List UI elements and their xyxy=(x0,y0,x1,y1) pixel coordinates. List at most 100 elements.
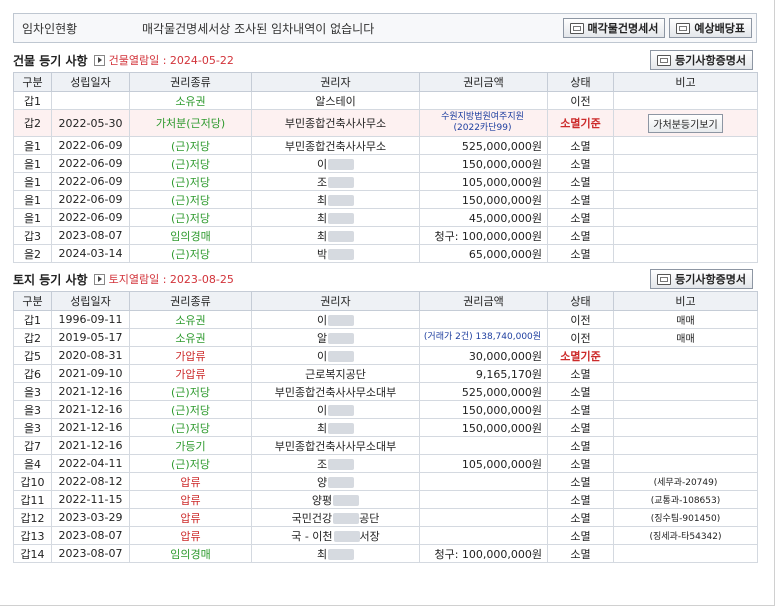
cell-amount: 45,000,000원 xyxy=(419,208,548,227)
cell-status: 소멸 xyxy=(547,454,614,473)
holder-name: 근로복지공단 xyxy=(305,367,366,381)
cell-status: 소멸 xyxy=(547,172,614,191)
cell-date: 2021-12-16 xyxy=(51,436,130,455)
cell-type: 을4 xyxy=(13,454,52,473)
column-header: 권리종류 xyxy=(129,291,252,311)
cell-status: 이전 xyxy=(547,328,614,347)
cell-status: 소멸기준 xyxy=(547,346,614,365)
cell-right-kind: 가등기 xyxy=(129,436,252,455)
note-text: 매매 xyxy=(676,334,695,345)
cell-note: (징수팀-901450) xyxy=(613,508,758,527)
cell-date: 2021-12-16 xyxy=(51,400,130,419)
cell-date xyxy=(51,91,130,110)
cell-right-kind: (근)저당 xyxy=(129,454,252,473)
holder-name: 부민종합건축사사무소대부 xyxy=(274,439,397,453)
holder-name: 국민건강 xyxy=(291,511,333,525)
land-cert-button[interactable]: 등기사항증명서 xyxy=(650,269,753,289)
cell-date: 2021-12-16 xyxy=(51,382,130,401)
cell-holder: 이 xyxy=(251,310,420,329)
cell-note xyxy=(613,91,758,110)
holder-name: 부민종합건축사사무소 xyxy=(284,139,387,153)
building-registry-table: 구분 성립일자 권리종류 권리자 권리금액 상태 비고 갑1 소유권 알스테이 이전 갑2 2022-… xyxy=(13,72,758,263)
cell-amount: 150,000,000원 xyxy=(419,154,548,173)
cell-amount xyxy=(419,508,548,527)
cell-right-kind: 압류 xyxy=(129,472,252,491)
cell-right-kind: (근)저당 xyxy=(129,244,252,263)
cell-amount: 수원지방법원여주지원 (2022카단99) xyxy=(419,109,548,137)
holder-name: 최 xyxy=(316,229,328,243)
distribution-button[interactable]: 예상배당표 xyxy=(669,18,752,38)
cell-status: 소멸 xyxy=(547,418,614,437)
table-row: 갑6 2021-09-10 가압류 근로복지공단 9,165,170원 소멸 xyxy=(13,364,758,383)
cell-date: 2023-08-07 xyxy=(51,526,130,545)
cell-date: 2019-05-17 xyxy=(51,328,130,347)
cell-date: 2021-12-16 xyxy=(51,418,130,437)
cell-right-kind: (근)저당 xyxy=(129,382,252,401)
cell-type: 갑5 xyxy=(13,346,52,365)
cell-amount: (거래가 2건) 138,740,000원 xyxy=(419,328,548,347)
holder-name: 이 xyxy=(316,157,328,171)
document-icon xyxy=(657,54,672,66)
building-cert-button[interactable]: 등기사항증명서 xyxy=(650,50,753,70)
table-row: 갑10 2022-08-12 압류 양 소멸 (세무과-20749) xyxy=(13,472,758,491)
cell-note xyxy=(613,436,758,455)
sale-spec-button[interactable]: 매각물건명세서 xyxy=(562,18,666,38)
cell-holder: 알스테이 xyxy=(251,91,420,110)
note-text: (교통과-108653) xyxy=(650,496,721,506)
cell-holder: 최 xyxy=(251,226,420,245)
cell-type: 을1 xyxy=(13,136,52,155)
cell-right-kind: 압류 xyxy=(129,508,252,527)
note-text: (징세과-타54342) xyxy=(649,532,722,542)
cell-right-kind: 압류 xyxy=(129,490,252,509)
land-cert-label: 등기사항증명서 xyxy=(675,273,746,286)
cell-amount: 30,000,000원 xyxy=(419,346,548,365)
redaction-mask xyxy=(328,423,355,434)
cell-note xyxy=(613,172,758,191)
cell-holder: 부민종합건축사사무소대부 xyxy=(251,382,420,401)
cell-right-kind: 가압류 xyxy=(129,346,252,365)
cell-holder: 부민종합건축사사무소 xyxy=(251,136,420,155)
cell-holder: 국민건강 공단 xyxy=(251,508,420,527)
amount-line: 150,000,000원 xyxy=(461,421,542,435)
redaction-mask xyxy=(328,549,355,560)
cell-date: 2023-03-29 xyxy=(51,508,130,527)
cell-date: 2024-03-14 xyxy=(51,244,130,263)
holder-name: 양평 xyxy=(311,493,333,507)
redaction-mask xyxy=(328,249,355,260)
table-row: 을3 2021-12-16 (근)저당 이 150,000,000원 소멸 xyxy=(13,400,758,419)
cell-holder: 국 - 이천 서장 xyxy=(251,526,420,545)
cell-amount xyxy=(419,490,548,509)
cell-status: 소멸 xyxy=(547,154,614,173)
table-row: 을3 2021-12-16 (근)저당 최 150,000,000원 소멸 xyxy=(13,418,758,437)
injunction-view-button[interactable]: 가처분등기보기 xyxy=(648,113,723,133)
cell-date: 2022-06-09 xyxy=(51,172,130,191)
amount-line: 150,000,000원 xyxy=(461,193,542,207)
holder-name-tail: 서장 xyxy=(359,529,380,543)
cell-status: 소멸 xyxy=(547,244,614,263)
cell-date: 2023-08-07 xyxy=(51,544,130,563)
cell-note xyxy=(613,190,758,209)
cell-holder: 최 xyxy=(251,544,420,563)
cell-type: 갑14 xyxy=(13,544,52,563)
lease-label: 임차인현황 xyxy=(22,21,78,36)
holder-name: 이 xyxy=(316,313,328,327)
table-row: 갑2 2022-05-30 가처분(근저당) 부민종합건축사사무소 수원지방법원여주지원… xyxy=(13,109,758,137)
expand-arrow-icon[interactable] xyxy=(93,273,105,285)
column-header: 비고 xyxy=(613,291,758,311)
cell-amount: 150,000,000원 xyxy=(419,400,548,419)
cell-holder: 최 xyxy=(251,418,420,437)
redaction-mask xyxy=(328,477,355,488)
cell-amount xyxy=(419,472,548,491)
cell-amount: 청구: 100,000,000원 xyxy=(419,226,548,245)
table-row: 갑2 2019-05-17 소유권 알 (거래가 2건) 138,740,000원 이전 매… xyxy=(13,328,758,347)
redaction-mask xyxy=(333,495,360,506)
cell-note: 매매 xyxy=(613,310,758,329)
column-header: 권리금액 xyxy=(419,291,548,311)
holder-name: 부민종합건축사사무소 xyxy=(284,117,387,130)
holder-name-tail: 공단 xyxy=(359,511,380,525)
cell-date: 2022-06-09 xyxy=(51,208,130,227)
expand-arrow-icon[interactable] xyxy=(93,54,105,66)
cell-date: 2020-08-31 xyxy=(51,346,130,365)
cell-note xyxy=(613,382,758,401)
holder-name: 최 xyxy=(316,421,328,435)
